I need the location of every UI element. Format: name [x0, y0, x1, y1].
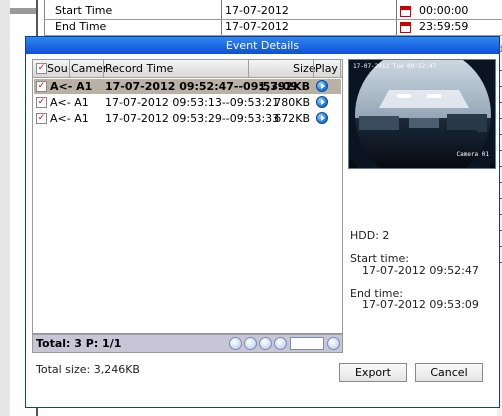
row-checkbox[interactable]: ✓: [36, 113, 47, 124]
end-time-value: 17-07-2012 09:53:09: [362, 298, 479, 311]
row-source: A<- A1: [50, 112, 89, 125]
start-time-label: Start Time: [55, 4, 113, 17]
column-divider[interactable]: [313, 60, 314, 77]
start-time-row: Start Time 17-07-2012 00:00:00: [45, 3, 502, 20]
column-divider[interactable]: [248, 60, 249, 77]
row-checkbox[interactable]: ✓: [36, 81, 47, 92]
last-page-button[interactable]: [274, 337, 287, 350]
preview-camera-label: Camera 01: [456, 151, 489, 158]
end-time-row: End Time 17-07-2012 23:59:59: [45, 19, 502, 36]
column-header-camera[interactable]: Camer: [71, 62, 107, 75]
event-list: ✓ Sou Camer Record Time Size Play ✓ A<- …: [32, 59, 343, 334]
preview-timestamp: 17-07-2012 Tue 09:52:47: [353, 63, 437, 70]
video-preview: 17-07-2012 Tue 09:52:47 Camera 01: [348, 59, 496, 169]
play-icon[interactable]: [316, 112, 328, 124]
first-page-button[interactable]: [229, 337, 242, 350]
column-divider[interactable]: [103, 60, 104, 77]
column-header-record-time[interactable]: Record Time: [105, 62, 173, 75]
calendar-icon[interactable]: [400, 6, 411, 17]
page-number-input[interactable]: [290, 337, 324, 350]
table-row[interactable]: ✓ A<- A1 17-07-2012 09:53:13--09:53:21 7…: [34, 95, 341, 110]
export-button[interactable]: Export: [339, 363, 407, 382]
row-record-time: 17-07-2012 09:53:13--09:53:21: [105, 96, 280, 109]
play-icon[interactable]: [316, 80, 328, 92]
cancel-button[interactable]: Cancel: [415, 363, 483, 382]
start-date-field[interactable]: 17-07-2012: [225, 4, 289, 17]
pagination-summary: Total: 3 P: 1/1: [36, 337, 122, 350]
row-size: 780KB: [274, 96, 310, 109]
side-panel: [0, 0, 10, 416]
go-page-button[interactable]: [327, 337, 340, 350]
table-row[interactable]: ✓ A<- A1 17-07-2012 09:52:47--09:53:09 1…: [34, 79, 341, 94]
end-time-label: End Time: [55, 20, 107, 33]
row-size: 672KB: [274, 112, 310, 125]
total-size-label: Total size: 3,246KB: [36, 363, 140, 376]
start-time-value: 17-07-2012 09:52:47: [362, 264, 479, 277]
end-date-field[interactable]: 17-07-2012: [225, 20, 289, 33]
calendar-icon[interactable]: [400, 22, 411, 33]
start-time-field[interactable]: 00:00:00: [419, 4, 468, 17]
dialog-title: Event Details: [26, 37, 499, 54]
play-icon[interactable]: [316, 96, 328, 108]
end-time-field[interactable]: 23:59:59: [419, 20, 468, 33]
table-row[interactable]: ✓ A<- A1 17-07-2012 09:53:29--09:53:33 6…: [34, 111, 341, 126]
column-divider[interactable]: [69, 60, 70, 77]
next-page-button[interactable]: [259, 337, 272, 350]
row-size: 1,792KB: [258, 80, 310, 93]
row-checkbox[interactable]: ✓: [36, 97, 47, 108]
row-source: A<- A1: [50, 80, 93, 93]
pagination-bar: Total: 3 P: 1/1: [32, 334, 343, 353]
row-record-time: 17-07-2012 09:53:29--09:53:33: [105, 112, 280, 125]
select-all-checkbox[interactable]: ✓: [36, 63, 47, 74]
row-source: A<- A1: [50, 96, 89, 109]
column-header-play[interactable]: Play: [315, 62, 338, 75]
event-details-dialog: Event Details ✓ Sou Camer Record Time Si…: [25, 36, 500, 408]
column-divider[interactable]: [340, 60, 341, 77]
previous-page-button[interactable]: [244, 337, 257, 350]
hdd-info: HDD: 2: [350, 229, 390, 242]
side-tab[interactable]: [10, 8, 36, 14]
list-header: ✓ Sou Camer Record Time Size Play: [33, 60, 342, 78]
